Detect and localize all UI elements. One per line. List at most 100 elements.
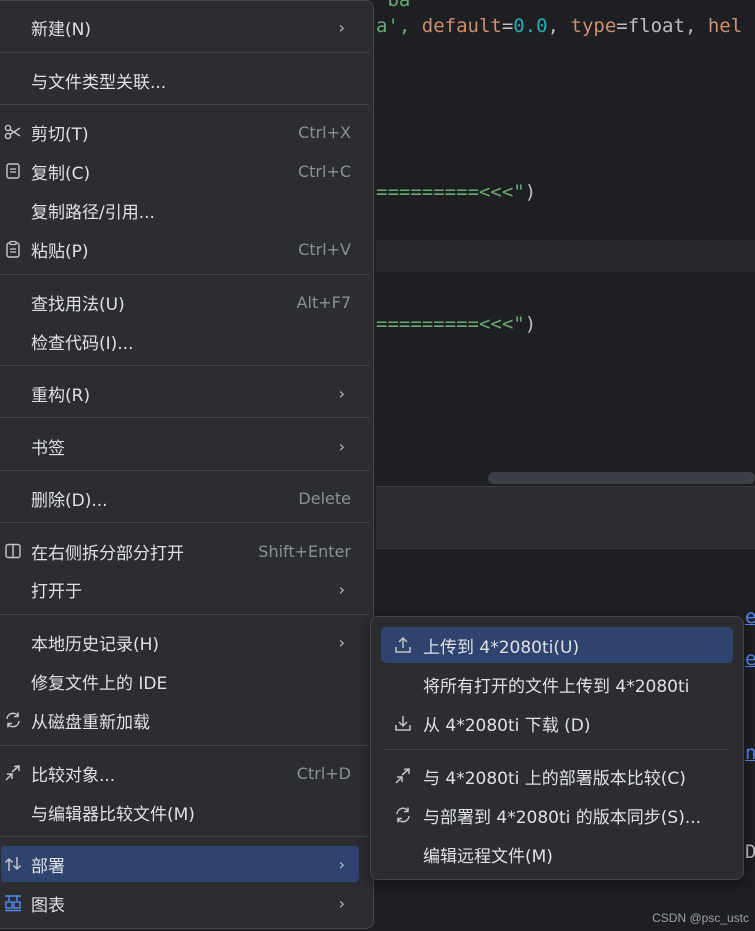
compare-icon: [391, 764, 415, 788]
menu-item-label: 删除(D)...: [31, 490, 108, 511]
submenu-item-edit-remote[interactable]: 编辑远程文件(M): [381, 836, 733, 872]
menu-item-bookmarks[interactable]: 书签 ›: [1, 428, 359, 464]
chevron-right-icon: ›: [338, 383, 345, 403]
menu-item-paste[interactable]: 粘贴(P) Ctrl+V: [1, 231, 359, 267]
menu-separator: [0, 365, 369, 366]
console-link[interactable]: n: [745, 742, 755, 764]
upload-icon: [391, 633, 415, 657]
menu-item-shortcut: Ctrl+C: [297, 161, 351, 181]
menu-item-delete[interactable]: 删除(D)... Delete: [1, 480, 359, 516]
download-icon: [391, 711, 415, 735]
menu-separator: [0, 417, 369, 418]
console-text: D: [745, 841, 755, 863]
submenu-item-label: 上传到 4*2080ti(U): [423, 637, 580, 658]
submenu-item-compare-deployed[interactable]: 与 4*2080ti 上的部署版本比较(C): [381, 758, 733, 794]
code-line-1: a', default=0.0, type=float, hel: [376, 15, 743, 37]
menu-item-shortcut: Delete: [298, 488, 351, 508]
menu-item-inspect-code[interactable]: 检查代码(I)...: [1, 323, 359, 359]
sync-icon: [391, 803, 415, 827]
menu-item-shortcut: Ctrl+X: [298, 122, 351, 142]
console-link[interactable]: e: [745, 606, 755, 628]
split-icon: [1, 539, 25, 563]
menu-item-associate-file-type[interactable]: 与文件类型关联...: [1, 62, 359, 98]
menu-item-reload-from-disk[interactable]: 从磁盘重新加载: [1, 702, 359, 738]
deploy-icon: [1, 852, 25, 876]
horizontal-scrollbar[interactable]: [488, 472, 755, 484]
menu-item-repair-ide[interactable]: 修复文件上的 IDE: [1, 663, 359, 699]
submenu-item-download[interactable]: 从 4*2080ti 下载 (D): [381, 705, 733, 741]
current-line-highlight: [376, 240, 755, 272]
menu-item-copy-path[interactable]: 复制路径/引用...: [1, 192, 359, 228]
menu-item-label: 从磁盘重新加载: [31, 712, 150, 733]
clipboard-icon: [1, 237, 25, 261]
tool-window-header: [376, 486, 755, 549]
menu-separator: [0, 52, 369, 53]
menu-separator: [0, 614, 369, 615]
diagram-icon: [1, 891, 25, 915]
copy-icon: [1, 159, 25, 183]
menu-item-local-history[interactable]: 本地历史记录(H) ›: [1, 624, 359, 660]
menu-item-label: 重构(R): [31, 385, 91, 406]
menu-separator: [0, 522, 369, 523]
submenu-item-label: 从 4*2080ti 下载 (D): [423, 715, 591, 736]
menu-item-new[interactable]: 新建(N) ›: [1, 9, 359, 45]
menu-item-copy[interactable]: 复制(C) Ctrl+C: [1, 153, 359, 189]
submenu-separator: [385, 749, 729, 750]
watermark: CSDN @psc_ustc: [652, 911, 749, 925]
chevron-right-icon: ›: [338, 579, 345, 599]
menu-item-label: 复制(C): [31, 163, 91, 184]
submenu-item-label: 与 4*2080ti 上的部署版本比较(C): [423, 768, 686, 789]
menu-separator: [0, 470, 369, 471]
deployment-submenu: 上传到 4*2080ti(U) 将所有打开的文件上传到 4*2080ti 从 4…: [370, 616, 744, 880]
menu-item-cut[interactable]: 剪切(T) Ctrl+X: [1, 114, 359, 150]
menu-item-label: 新建(N): [31, 19, 91, 40]
menu-item-label: 与编辑器比较文件(M): [31, 804, 195, 825]
menu-item-shortcut: Ctrl+D: [296, 763, 351, 783]
chevron-right-icon: ›: [338, 17, 345, 37]
console-link[interactable]: e: [745, 648, 755, 670]
scissors-icon: [1, 120, 25, 144]
submenu-item-sync-deployed[interactable]: 与部署到 4*2080ti 的版本同步(S)...: [381, 797, 733, 833]
menu-item-label: 剪切(T): [31, 124, 89, 145]
code-line-2: =========<<<"): [376, 181, 537, 203]
submenu-item-label: 编辑远程文件(M): [423, 846, 553, 867]
reload-icon: [1, 708, 25, 732]
chevron-right-icon: ›: [338, 854, 345, 874]
menu-item-shortcut: Ctrl+V: [298, 239, 351, 259]
menu-separator: [0, 104, 369, 105]
menu-item-label: 修复文件上的 IDE: [31, 673, 168, 694]
chevron-right-icon: ›: [338, 893, 345, 913]
menu-item-label: 在右侧拆分部分打开: [31, 543, 184, 564]
menu-item-label: 图表: [31, 895, 65, 916]
context-menu: 新建(N) › 与文件类型关联... 剪切(T) Ctrl+X 复制(C) Ct…: [0, 0, 374, 929]
menu-item-open-split-right[interactable]: 在右侧拆分部分打开 Shift+Enter: [1, 533, 359, 569]
menu-item-label: 复制路径/引用...: [31, 202, 155, 223]
submenu-item-upload[interactable]: 上传到 4*2080ti(U): [381, 627, 733, 663]
submenu-item-label: 与部署到 4*2080ti 的版本同步(S)...: [423, 807, 702, 828]
menu-item-label: 部署: [31, 856, 65, 877]
menu-item-open-in[interactable]: 打开于 ›: [1, 571, 359, 607]
menu-separator: [0, 836, 369, 837]
code-line-3: =========<<<"): [376, 313, 537, 335]
menu-separator: [0, 745, 369, 746]
menu-item-diagrams[interactable]: 图表 ›: [1, 885, 359, 921]
menu-item-compare-with[interactable]: 比较对象... Ctrl+D: [1, 755, 359, 791]
menu-item-deployment[interactable]: 部署 ›: [1, 846, 359, 882]
menu-item-label: 本地历史记录(H): [31, 634, 160, 655]
menu-separator: [0, 274, 369, 275]
menu-item-label: 粘贴(P): [31, 241, 89, 262]
menu-item-refactor[interactable]: 重构(R) ›: [1, 375, 359, 411]
chevron-right-icon: ›: [338, 632, 345, 652]
menu-item-label: 打开于: [31, 581, 82, 602]
compare-icon: [1, 761, 25, 785]
menu-item-label: 与文件类型关联...: [31, 72, 167, 93]
menu-item-shortcut: Shift+Enter: [258, 541, 351, 561]
menu-item-label: 书签: [31, 438, 65, 459]
menu-item-find-usages[interactable]: 查找用法(U) Alt+F7: [1, 284, 359, 320]
menu-item-shortcut: Alt+F7: [296, 292, 351, 312]
submenu-item-upload-all-open[interactable]: 将所有打开的文件上传到 4*2080ti: [381, 666, 733, 702]
code-line-partial: 'ba': [376, 0, 422, 11]
chevron-right-icon: ›: [338, 436, 345, 456]
menu-item-compare-with-editor[interactable]: 与编辑器比较文件(M): [1, 794, 359, 830]
menu-item-label: 查找用法(U): [31, 294, 125, 315]
